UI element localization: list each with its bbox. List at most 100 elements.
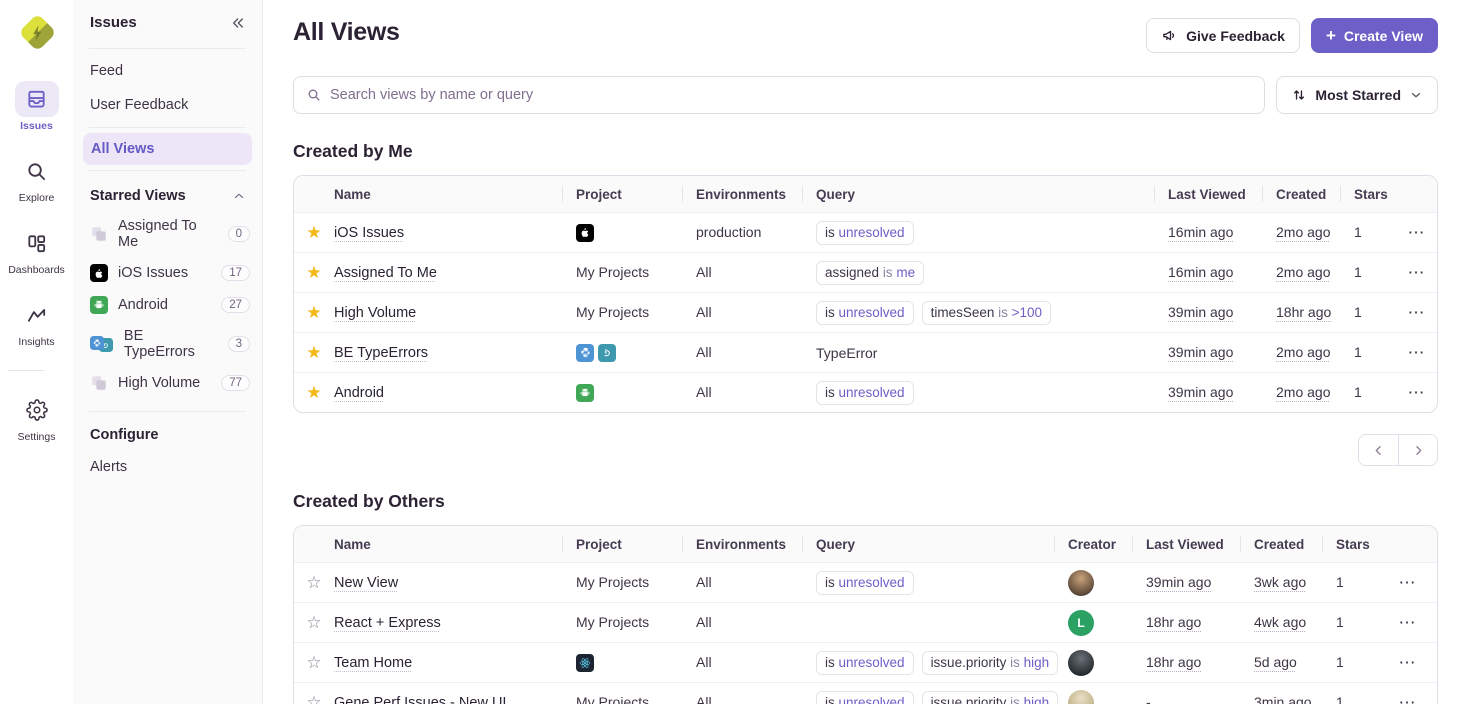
star-toggle[interactable]: ★: [306, 304, 321, 321]
starred-view-ios-issues[interactable]: iOS Issues 17: [73, 257, 262, 289]
environments-cell: All: [696, 694, 712, 704]
rail-item-insights[interactable]: Insights: [8, 297, 65, 348]
query-cell: is unresolvedissue.priority is high: [816, 651, 1068, 675]
issue-count-badge: 0: [228, 226, 250, 242]
row-menu-button[interactable]: ⋯: [1408, 224, 1426, 241]
view-name-link[interactable]: BE TypeErrors: [334, 345, 428, 361]
query-cell: TypeError: [816, 345, 1168, 361]
sidebar-item-all-views[interactable]: All Views: [83, 133, 252, 165]
created-cell: 3min ago: [1254, 694, 1312, 704]
star-toggle[interactable]: ☆: [306, 694, 321, 704]
sidebar-item-user-feedback[interactable]: User Feedback: [73, 88, 262, 122]
pagination-prev-button[interactable]: [1359, 435, 1398, 465]
column-header-last-viewed: Last Viewed: [1168, 187, 1276, 202]
collapse-starred-icon[interactable]: [232, 189, 246, 203]
query-chip: is unresolved: [816, 301, 914, 325]
stars-count-cell: 1: [1336, 574, 1344, 590]
table-row: ★ Assigned To Me My Projects All assigne…: [294, 252, 1437, 292]
row-menu-button[interactable]: ⋯: [1408, 344, 1426, 361]
view-name-link[interactable]: iOS Issues: [334, 225, 404, 241]
sort-button[interactable]: Most Starred: [1276, 76, 1438, 114]
rail-item-dashboards[interactable]: Dashboards: [8, 225, 65, 276]
view-name-link[interactable]: Android: [334, 385, 384, 401]
sidebar-title: Issues: [90, 14, 137, 31]
created-cell: 5d ago: [1254, 654, 1297, 670]
starred-view-be-typeerrors[interactable]: BE TypeErrors 3: [73, 321, 262, 367]
issue-count-badge: 3: [228, 336, 250, 352]
sidebar-item-feed[interactable]: Feed: [73, 54, 262, 88]
query-chip: is unresolved: [816, 381, 914, 405]
rail-item-label: Issues: [20, 120, 53, 132]
row-menu-button[interactable]: ⋯: [1399, 654, 1417, 671]
row-menu-button[interactable]: ⋯: [1408, 304, 1426, 321]
star-toggle[interactable]: ★: [306, 264, 321, 281]
column-header-creator: Creator: [1068, 537, 1146, 552]
query-chip: timesSeen is >100: [922, 301, 1052, 325]
stars-count-cell: 1: [1336, 654, 1344, 670]
last-viewed-cell: 39min ago: [1168, 344, 1233, 360]
stars-count-cell: 1: [1354, 304, 1362, 320]
query-chip: is unresolved: [816, 571, 914, 595]
stars-count-cell: 1: [1354, 264, 1362, 280]
star-toggle[interactable]: ★: [306, 384, 321, 401]
python-project-icon: [576, 344, 594, 362]
view-name-link[interactable]: Assigned To Me: [334, 265, 437, 281]
column-header-name: Name: [334, 187, 576, 202]
row-menu-button[interactable]: ⋯: [1399, 694, 1417, 704]
rail-divider: [8, 370, 44, 371]
star-toggle[interactable]: ☆: [306, 614, 321, 631]
creator-avatar[interactable]: [1068, 570, 1094, 596]
issues-sidebar: Issues FeedUser Feedback All Views Starr…: [73, 0, 263, 704]
project-label: My Projects: [576, 614, 649, 630]
created-cell: 4wk ago: [1254, 614, 1306, 630]
last-viewed-cell: 16min ago: [1168, 224, 1233, 240]
column-header-name: Name: [334, 537, 576, 552]
last-viewed-cell: -: [1146, 694, 1151, 704]
creator-avatar[interactable]: [1068, 650, 1094, 676]
apple-project-icon: [576, 224, 594, 242]
search-views-container: [293, 76, 1265, 114]
creator-avatar[interactable]: [1068, 690, 1094, 704]
last-viewed-cell: 16min ago: [1168, 264, 1233, 280]
plus-icon: +: [1326, 27, 1336, 44]
view-name-link[interactable]: Gene Perf Issues - New UI: [334, 695, 506, 704]
row-menu-button[interactable]: ⋯: [1408, 384, 1426, 401]
android-project-icon: [90, 296, 108, 314]
create-view-button[interactable]: + Create View: [1311, 18, 1438, 53]
chevron-left-icon: [1371, 443, 1386, 458]
collapse-sidebar-icon[interactable]: [230, 15, 246, 31]
megaphone-icon: [1161, 27, 1178, 44]
rail-item-issues[interactable]: Issues: [8, 81, 65, 132]
star-toggle[interactable]: ★: [306, 344, 321, 361]
star-toggle[interactable]: ★: [306, 224, 321, 241]
view-name-link[interactable]: Team Home: [334, 655, 412, 671]
view-name-link[interactable]: React + Express: [334, 615, 441, 631]
row-menu-button[interactable]: ⋯: [1399, 574, 1417, 591]
view-name-link[interactable]: High Volume: [334, 305, 416, 321]
query-cell: is unresolved: [816, 381, 1168, 405]
environments-cell: All: [696, 614, 712, 630]
starred-view-assigned-to-me[interactable]: Assigned To Me 0: [73, 211, 262, 257]
environments-cell: production: [696, 224, 761, 240]
star-toggle[interactable]: ☆: [306, 654, 321, 671]
row-menu-button[interactable]: ⋯: [1408, 264, 1426, 281]
rail-item-settings[interactable]: Settings: [8, 392, 65, 443]
query-cell: is unresolved: [816, 571, 1068, 595]
query-chip: issue.priority is high: [922, 691, 1059, 704]
table-row: ★ Android All is unresolved 39min ago 2m…: [294, 372, 1437, 412]
view-name-link[interactable]: New View: [334, 575, 398, 591]
give-feedback-button[interactable]: Give Feedback: [1146, 18, 1300, 53]
search-input[interactable]: [330, 87, 1252, 103]
starred-view-high-volume[interactable]: High Volume 77: [73, 367, 262, 399]
starred-view-android[interactable]: Android 27: [73, 289, 262, 321]
row-menu-button[interactable]: ⋯: [1399, 614, 1417, 631]
star-toggle[interactable]: ☆: [306, 574, 321, 591]
sidebar-item-alerts[interactable]: Alerts: [73, 450, 262, 484]
environments-cell: All: [696, 384, 712, 400]
creator-avatar[interactable]: L: [1068, 610, 1094, 636]
app-logo[interactable]: [17, 12, 57, 52]
issue-count-badge: 77: [221, 375, 250, 391]
column-header-created: Created: [1254, 537, 1336, 552]
pagination-next-button[interactable]: [1398, 435, 1437, 465]
rail-item-explore[interactable]: Explore: [8, 153, 65, 204]
